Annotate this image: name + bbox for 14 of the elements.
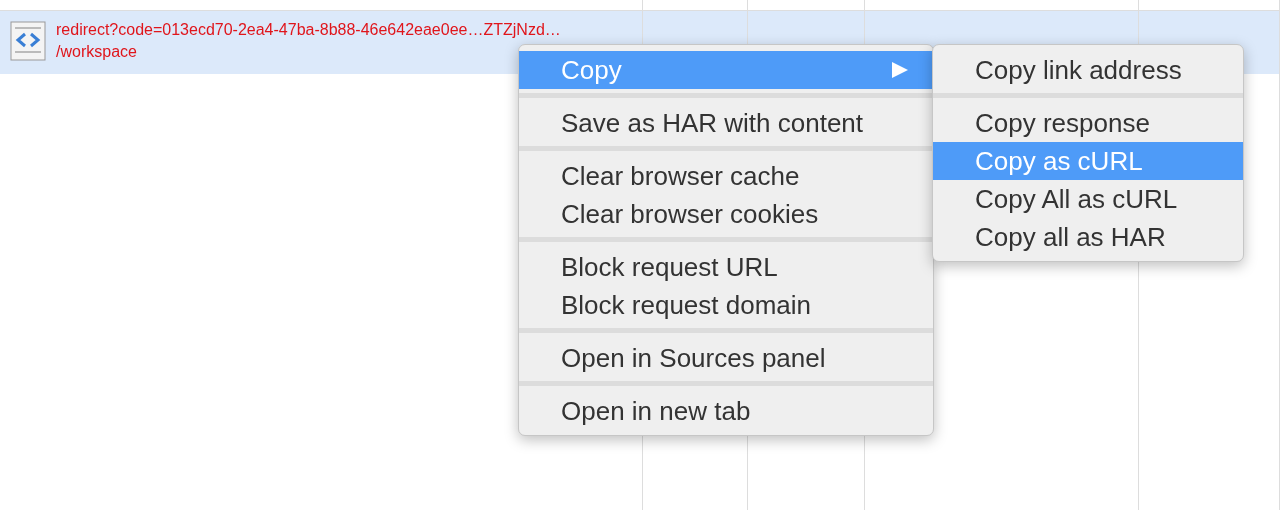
menu-item[interactable]: Clear browser cookies: [519, 195, 933, 233]
menu-item[interactable]: Clear browser cache: [519, 157, 933, 195]
menu-item[interactable]: Block request domain: [519, 286, 933, 324]
menu-item[interactable]: Open in Sources panel: [519, 339, 933, 377]
request-name: redirect?code=013ecd70-2ea4-47ba-8b88-46e642eae0ee…ZTZjNzd…: [56, 21, 561, 39]
menu-item[interactable]: Copy All as cURL: [933, 180, 1243, 218]
menu-item[interactable]: Open in new tab: [519, 392, 933, 430]
menu-item[interactable]: Copy response: [933, 104, 1243, 142]
menu-item[interactable]: Block request URL: [519, 248, 933, 286]
submenu-arrow-icon: [891, 61, 909, 79]
request-path: /workspace: [56, 43, 138, 61]
document-code-icon: [10, 21, 46, 61]
menu-item[interactable]: Copy all as HAR: [933, 218, 1243, 256]
menu-item[interactable]: Save as HAR with content: [519, 104, 933, 142]
